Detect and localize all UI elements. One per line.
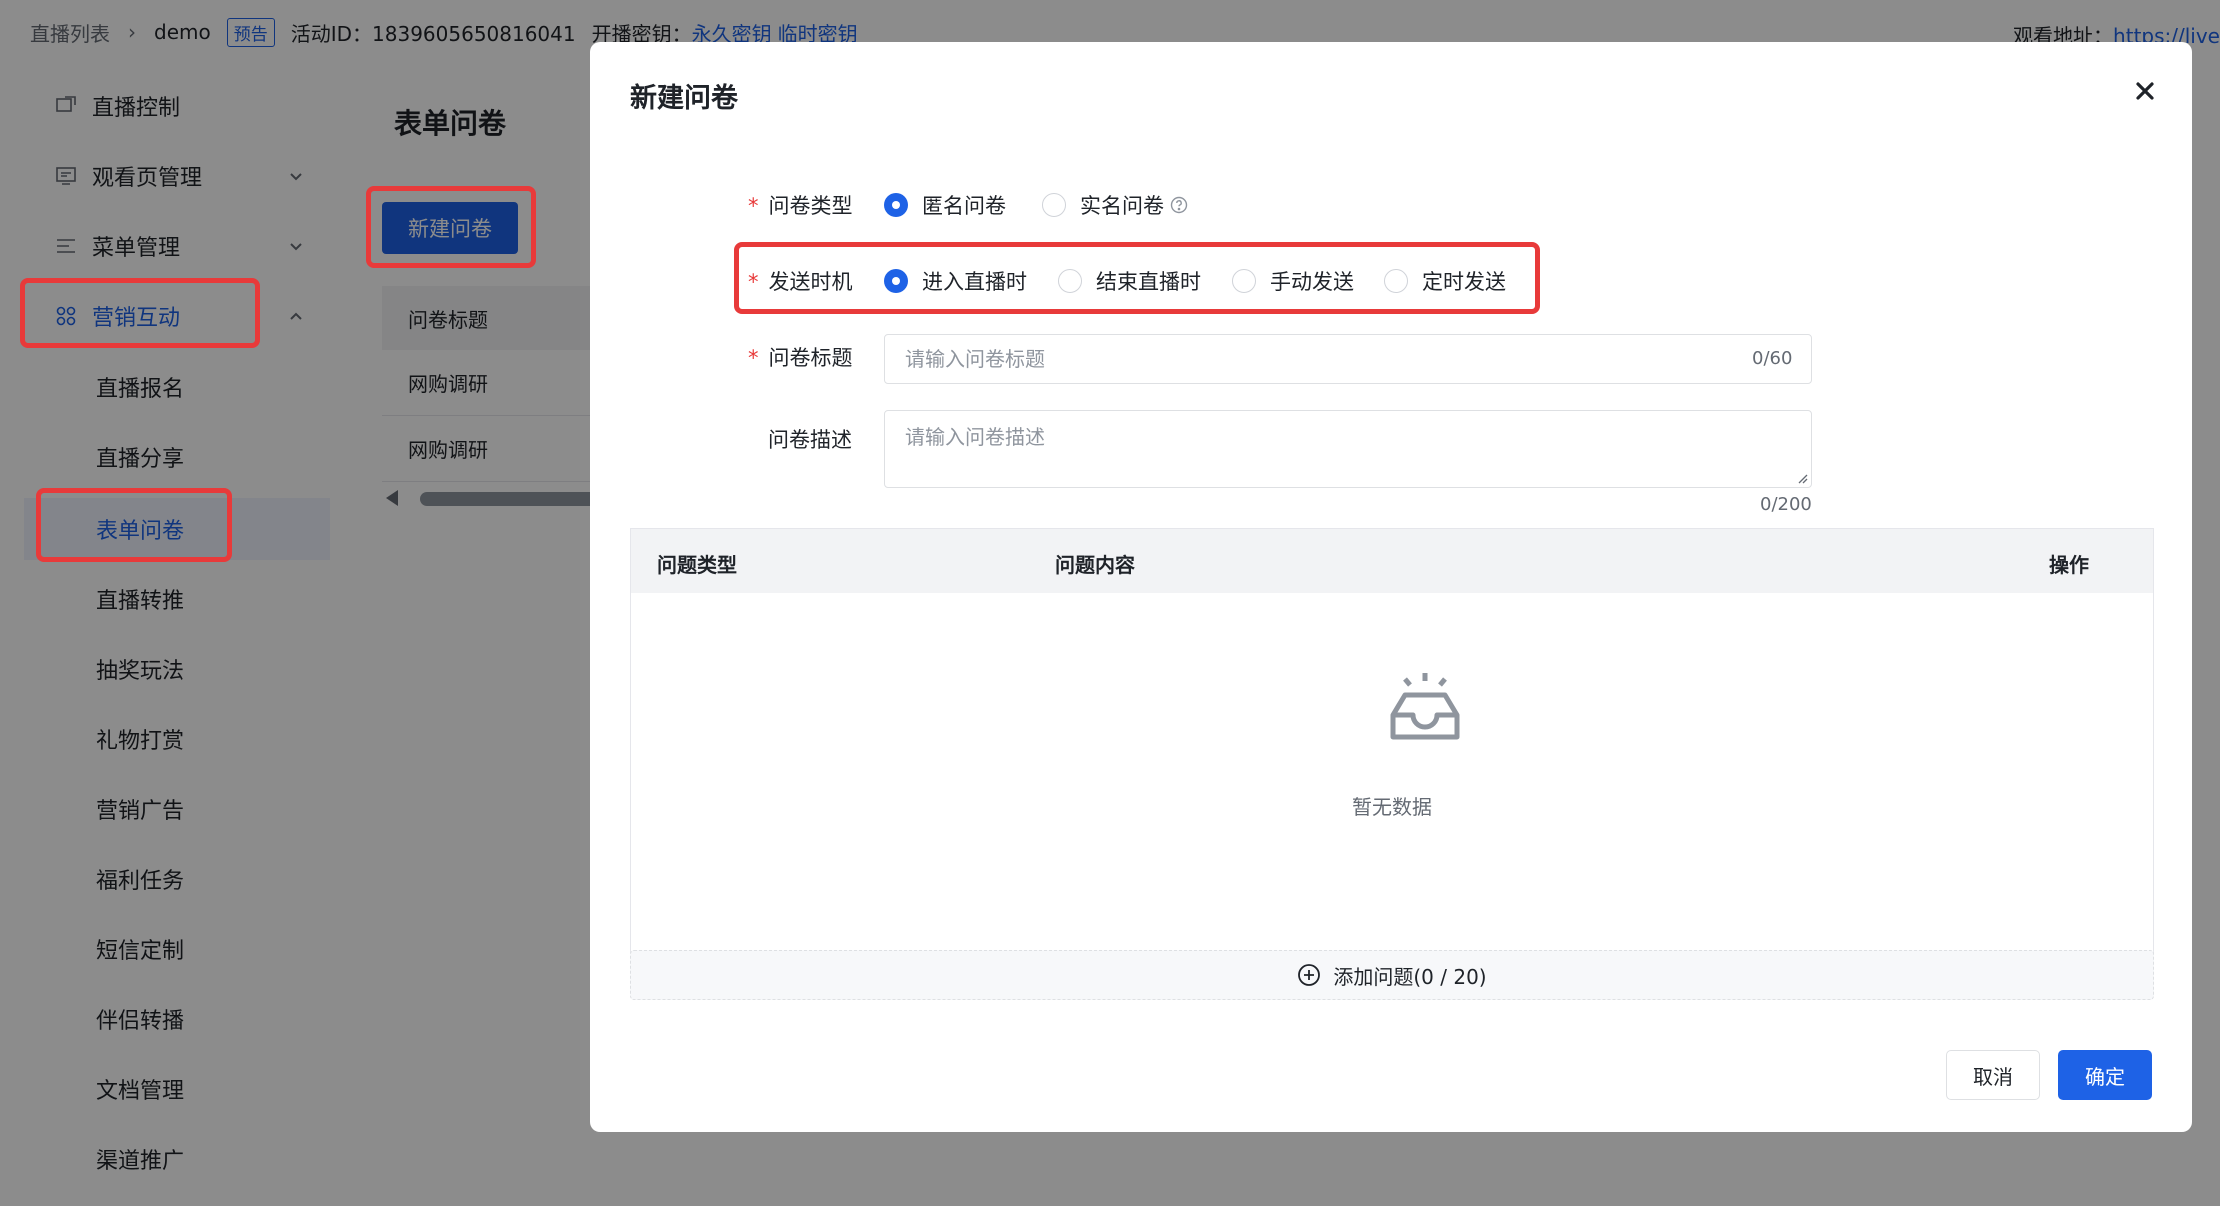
survey-title-input[interactable] (884, 334, 1812, 384)
add-question-button[interactable]: 添加问题(0 / 20) (630, 950, 2154, 1000)
survey-type-label: * 问卷类型 (748, 190, 853, 220)
radio-label: 结束直播时 (1096, 270, 1201, 294)
cancel-button[interactable]: 取消 (1946, 1050, 2040, 1100)
radio-label: 手动发送 (1270, 270, 1354, 294)
radio-on-end[interactable]: 结束直播时 (1058, 266, 1201, 296)
column-question-content: 问题内容 (1055, 553, 1135, 577)
column-question-type: 问题类型 (657, 553, 737, 577)
radio-scheduled[interactable]: 定时发送 (1384, 266, 1506, 296)
plus-circle-icon (1298, 964, 1321, 986)
highlight-box-marketing (20, 278, 260, 348)
modal-title: 新建问卷 (630, 83, 738, 114)
resize-handle-icon[interactable] (1796, 472, 1808, 484)
radio-dot[interactable] (884, 193, 908, 217)
title-char-counter: 0/60 (1752, 348, 1793, 369)
create-survey-modal: 新建问卷 * 问卷类型 匿名问卷 实名问卷 * 发送时机 进入直播时 结束直播时 手… (590, 42, 2192, 1132)
help-circle-icon[interactable] (1170, 196, 1188, 214)
empty-inbox-icon (1390, 673, 1460, 740)
radio-label: 进入直播时 (922, 270, 1027, 294)
add-question-label: 添加问题(0 / 20) (1333, 964, 1487, 989)
question-table: 问题类型 问题内容 操作 暂无数据 (630, 528, 2154, 974)
highlight-box-create-button (366, 186, 536, 268)
radio-dot[interactable] (1384, 269, 1408, 293)
radio-label: 实名问卷 (1080, 194, 1164, 218)
send-timing-label: * 发送时机 (748, 266, 853, 296)
radio-dot[interactable] (1058, 269, 1082, 293)
radio-anonymous[interactable]: 匿名问卷 (884, 190, 1006, 220)
label-text: 问卷类型 (768, 194, 853, 218)
label-text: 发送时机 (768, 270, 853, 294)
radio-dot[interactable] (1042, 193, 1066, 217)
radio-manual[interactable]: 手动发送 (1232, 266, 1354, 296)
confirm-button[interactable]: 确定 (2058, 1050, 2152, 1100)
required-mark: * (748, 194, 759, 218)
radio-label: 定时发送 (1422, 270, 1506, 294)
highlight-box-survey-menu (36, 488, 232, 562)
radio-on-enter[interactable]: 进入直播时 (884, 266, 1027, 296)
question-table-header: 问题类型 问题内容 操作 (631, 529, 2153, 593)
survey-title-label: * 问卷标题 (748, 342, 853, 372)
close-icon[interactable] (2134, 80, 2156, 102)
desc-char-counter: 0/200 (1760, 494, 1812, 515)
column-actions: 操作 (2049, 553, 2089, 577)
radio-real-name[interactable]: 实名问卷 (1042, 190, 1188, 220)
radio-label: 匿名问卷 (922, 194, 1006, 218)
radio-dot[interactable] (1232, 269, 1256, 293)
label-text: 问卷标题 (768, 346, 853, 370)
required-mark: * (748, 270, 759, 294)
empty-state-text: 暂无数据 (1352, 795, 1432, 819)
survey-desc-label: 问卷描述 (768, 428, 852, 452)
survey-desc-input[interactable] (884, 410, 1812, 488)
radio-dot[interactable] (884, 269, 908, 293)
required-mark: * (748, 346, 759, 370)
